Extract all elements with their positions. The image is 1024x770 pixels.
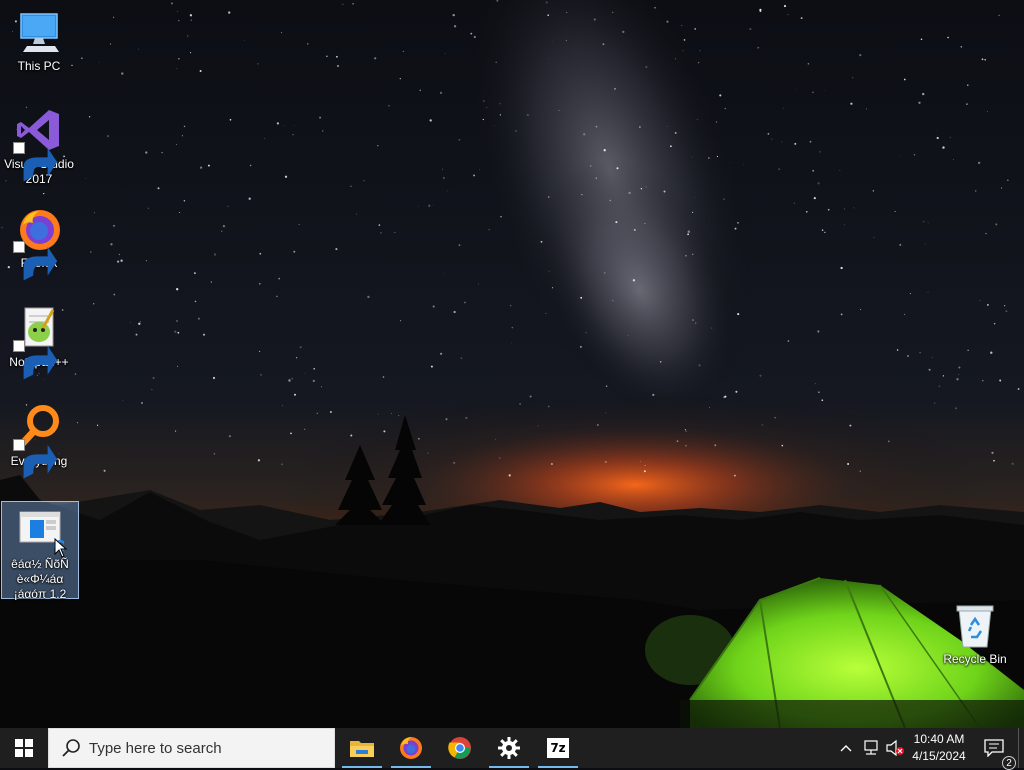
7zip-label: 7z <box>550 741 566 755</box>
desktop-icon-this-pc[interactable]: This PC <box>0 8 78 74</box>
tray-network[interactable] <box>860 728 882 768</box>
shortcut-arrow-icon <box>13 439 58 479</box>
tray-volume[interactable] <box>884 728 906 768</box>
volume-muted-icon <box>886 740 904 756</box>
taskbar-app-settings[interactable] <box>489 728 529 768</box>
shortcut-arrow-icon <box>13 142 58 182</box>
taskbar-clock[interactable]: 10:40 AM 4/15/2024 <box>904 728 974 768</box>
tray-overflow-button[interactable] <box>836 728 856 768</box>
shortcut-arrow-icon <box>13 241 58 281</box>
visual-studio-icon <box>13 106 63 182</box>
firefox-icon <box>13 205 63 281</box>
chrome-icon <box>448 737 471 759</box>
action-center-icon <box>984 739 1004 757</box>
desktop-wallpaper <box>0 0 1024 728</box>
recycle-bin-icon <box>951 601 999 649</box>
file-explorer-icon <box>350 741 374 757</box>
taskbar: Type here to search 7z 10:40 AM 4/15/202… <box>0 728 1024 770</box>
search-icon <box>62 739 80 757</box>
start-button[interactable] <box>0 728 48 768</box>
search-box[interactable]: Type here to search <box>48 728 335 768</box>
desktop-icon-label: Recycle Bin <box>943 652 1007 666</box>
taskbar-app-file-explorer[interactable] <box>342 728 382 768</box>
shortcut-arrow-icon <box>13 340 58 380</box>
taskbar-app-firefox[interactable] <box>391 728 431 768</box>
mouse-cursor <box>54 538 68 558</box>
gear-icon <box>498 737 520 759</box>
windows-logo-icon <box>15 739 33 757</box>
clock-time: 10:40 AM <box>913 732 965 746</box>
search-placeholder: Type here to search <box>89 739 222 757</box>
desktop-icon-visual-studio[interactable]: Visual Studio 2017 <box>0 106 78 187</box>
desktop-icon-everything[interactable]: Everything <box>0 403 78 479</box>
desktop-icon-recycle-bin[interactable]: Recycle Bin <box>936 601 1014 667</box>
notepad-plus-plus-icon <box>13 304 63 380</box>
network-icon <box>864 740 878 755</box>
desktop-icon-firefox[interactable]: Firefox <box>0 205 78 281</box>
everything-icon <box>13 403 63 479</box>
action-center-button[interactable]: 2 <box>978 728 1016 770</box>
desktop-icon-notepad-plus-plus[interactable]: Notepad++ <box>0 304 78 380</box>
desktop-icon-label: This PC <box>17 59 61 73</box>
chevron-up-icon <box>840 745 852 752</box>
desktop-icon-label: êáα½ ÑõÑ è«Φ¼áα ¡áαóπ 1.2 <box>11 557 69 601</box>
7zip-icon: 7z <box>547 738 569 758</box>
this-pc-icon <box>15 8 63 56</box>
taskbar-app-chrome[interactable] <box>440 728 480 768</box>
taskbar-app-7zip[interactable]: 7z <box>538 728 578 768</box>
firefox-icon <box>400 737 422 759</box>
show-desktop-button[interactable] <box>1018 728 1024 768</box>
clock-date: 4/15/2024 <box>912 749 966 763</box>
wallpaper-image <box>0 0 1024 728</box>
